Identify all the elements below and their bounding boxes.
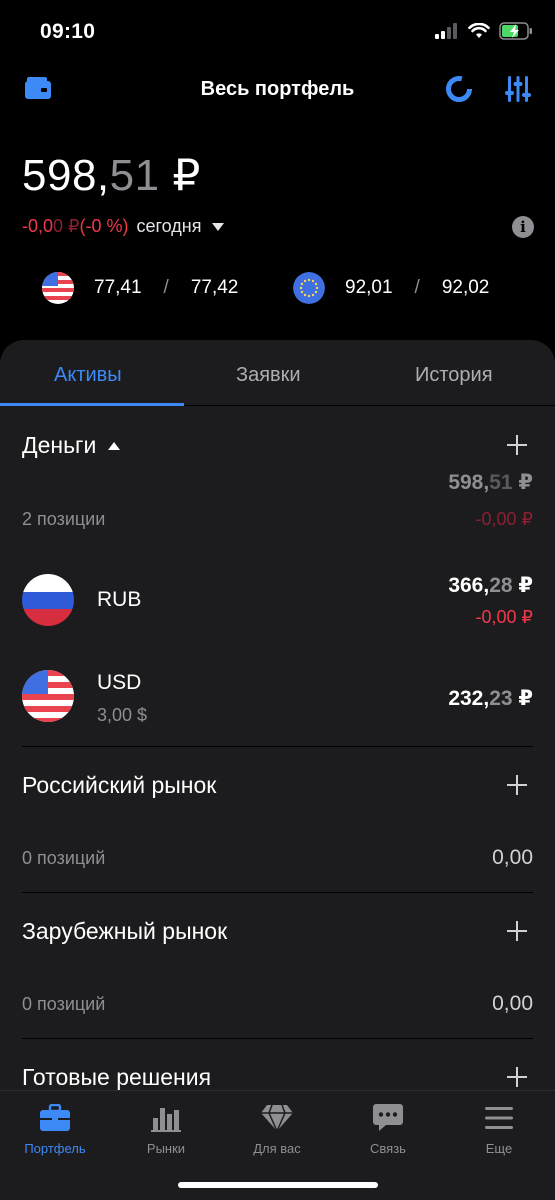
daily-change[interactable]: -0,0 0 ₽ (-0 %) сегодня [22,216,224,237]
asset-usd-sub: 3,00 $ [97,705,148,725]
battery-charging-icon [499,22,532,40]
asset-rub-amount: 366,28 ₽ [448,574,533,597]
money-change: -0,00 ₽ [475,509,533,529]
diamond-icon [261,1104,293,1132]
status-time: 09:10 [40,20,96,43]
add-russian-market-icon[interactable] [506,774,528,796]
tabbar-markets[interactable]: Рынки [116,1101,216,1156]
wifi-icon [468,23,490,38]
tab-underline [0,403,184,406]
tabs: Активы Заявки История [0,340,555,406]
ru-flag-icon [22,574,74,626]
currency-rates: 77,41 / 77,42 92,01 / 92,02 [0,272,555,308]
caret-up-icon[interactable] [108,441,121,450]
home-indicator [178,1182,378,1188]
tab-history[interactable]: История [415,364,493,387]
money-positions: 2 позиции [22,509,106,529]
header: Весь портфель [0,66,555,114]
donut-chart-icon[interactable] [444,74,474,104]
menu-icon [485,1107,513,1129]
briefcase-icon [40,1104,70,1131]
divider [22,1038,533,1039]
add-foreign-market-icon[interactable] [506,920,528,942]
eu-flag-icon [293,272,325,304]
foreign-market-positions: 0 позиций [22,994,106,1014]
period-selector[interactable]: сегодня [137,216,202,237]
asset-usd-name[interactable]: USD [97,671,141,695]
tabbar-portfolio[interactable]: Портфель [5,1101,105,1156]
asset-usd-amount: 232,23 ₽ [448,687,533,710]
rate-eur[interactable]: 92,01 / 92,02 [293,272,489,304]
tabbar-chat[interactable]: Связь [338,1101,438,1156]
divider [22,746,533,747]
section-ready-solutions-title[interactable]: Готовые решения [22,1064,211,1091]
portfolio-sheet: Активы Заявки История Деньги 598,51 ₽ 2 … [0,340,555,1200]
info-icon[interactable]: i [512,216,534,238]
tab-assets[interactable]: Активы [54,364,122,387]
rate-usd[interactable]: 77,41 / 77,42 [42,272,238,304]
section-foreign-market-title[interactable]: Зарубежный рынок [22,918,227,945]
status-bar: 09:10 [0,0,555,66]
add-ready-solutions-icon[interactable] [506,1066,528,1088]
us-flag-icon [22,670,74,722]
caret-down-icon[interactable] [211,222,224,231]
tabbar-more[interactable]: Еще [449,1101,549,1156]
money-total: 598,51 ₽ [448,471,533,494]
section-money-title[interactable]: Деньги [22,432,121,459]
section-russian-market-title[interactable]: Российский рынок [22,772,216,799]
bar-chart-icon [151,1108,181,1132]
us-flag-icon [42,272,74,304]
divider [22,892,533,893]
filters-icon[interactable] [505,74,531,104]
portfolio-balance: 598,51 ₽ [22,151,201,200]
russian-market-value: 0,00 [492,846,533,869]
cellular-signal-icon [435,23,457,39]
add-money-icon[interactable] [506,434,528,456]
asset-rub-change: -0,00 ₽ [475,607,533,627]
asset-rub-name[interactable]: RUB [97,588,141,612]
tabbar-for-you[interactable]: Для вас [227,1101,327,1156]
chat-icon [373,1104,403,1131]
russian-market-positions: 0 позиций [22,848,106,868]
foreign-market-value: 0,00 [492,992,533,1015]
tab-orders[interactable]: Заявки [236,364,301,387]
status-icons [435,22,533,40]
